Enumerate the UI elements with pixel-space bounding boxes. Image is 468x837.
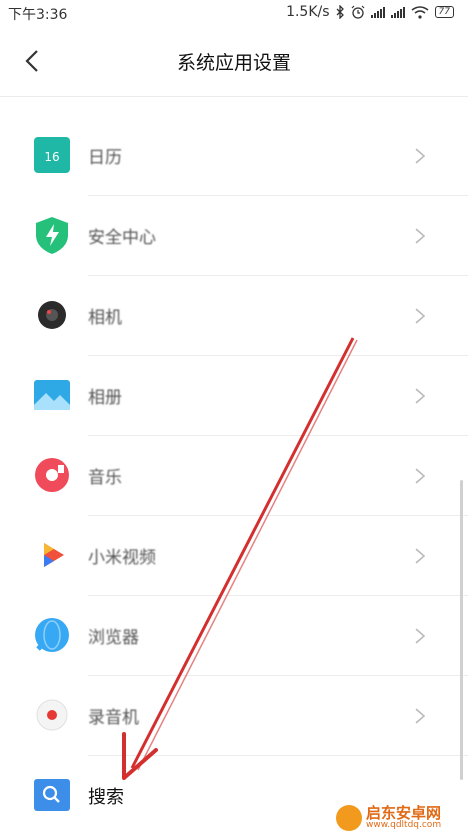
- alarm-icon: [351, 5, 364, 19]
- watermark-name: 启东安卓网: [366, 804, 442, 822]
- list-item-security-center[interactable]: 安全中心: [0, 196, 468, 276]
- list-item-label: 日历: [88, 148, 122, 168]
- search-icon: [34, 779, 70, 811]
- chevron-right-icon: [415, 708, 426, 724]
- list-item-label: 音乐: [88, 468, 122, 488]
- signal-icon-2: [390, 6, 405, 18]
- list-item-label: 小米视频: [88, 548, 156, 568]
- list-item-browser[interactable]: 浏览器: [0, 596, 468, 676]
- recorder-icon: [36, 699, 68, 731]
- browser-icon: [35, 618, 69, 652]
- list-item-label: 浏览器: [88, 628, 139, 648]
- gallery-icon: [34, 380, 70, 410]
- network-speed: 1.5K/s: [286, 4, 330, 20]
- status-time: 下午3:36: [8, 7, 68, 23]
- list-item-calendar[interactable]: 16 日历: [0, 116, 468, 196]
- security-shield-icon: [36, 217, 68, 254]
- list-item-label: 录音机: [88, 708, 139, 728]
- list-item-label: 相册: [88, 388, 122, 408]
- signal-icon-1: [370, 6, 385, 18]
- list-item-gallery[interactable]: 相册: [0, 356, 468, 436]
- list-item-recorder[interactable]: 录音机: [0, 676, 468, 756]
- svg-text:16: 16: [44, 150, 59, 164]
- music-icon: [35, 458, 69, 492]
- watermark-url: www.qdltdq.com: [366, 820, 442, 830]
- video-icon: [44, 543, 64, 567]
- chevron-right-icon: [415, 388, 426, 404]
- list-item-camera[interactable]: 相机: [0, 276, 468, 356]
- bluetooth-icon: [336, 5, 344, 19]
- status-icons: 1.5K/s 77: [286, 4, 454, 20]
- app-header: 系统应用设置: [0, 26, 468, 97]
- chevron-right-icon: [415, 468, 426, 484]
- scrollbar[interactable]: [460, 480, 463, 780]
- status-bar: 下午3:36 1.5K/s 77: [0, 0, 468, 26]
- list-item-label: 搜索: [88, 787, 124, 808]
- list-item-music[interactable]: 音乐: [0, 436, 468, 516]
- list-item-label: 安全中心: [88, 228, 156, 248]
- calendar-icon: 16: [34, 137, 70, 173]
- list-item-label: 相机: [88, 308, 122, 328]
- battery-icon: 77: [434, 6, 454, 18]
- wifi-icon: [411, 5, 428, 19]
- chevron-right-icon: [415, 228, 426, 244]
- chevron-right-icon: [415, 628, 426, 644]
- chevron-right-icon: [415, 148, 426, 164]
- list-item-mi-video[interactable]: 小米视频: [0, 516, 468, 596]
- page-title: 系统应用设置: [176, 52, 291, 74]
- chevron-right-icon: [415, 308, 426, 324]
- settings-list: 16 日历 安全中心 相机 相册 音乐 小米视频 浏览器 录音机 搜索: [0, 116, 468, 836]
- watermark-logo-icon: [336, 805, 362, 831]
- camera-icon: [38, 301, 66, 329]
- chevron-right-icon: [415, 548, 426, 564]
- watermark: 启东安卓网 www.qdltdq.com: [336, 803, 462, 833]
